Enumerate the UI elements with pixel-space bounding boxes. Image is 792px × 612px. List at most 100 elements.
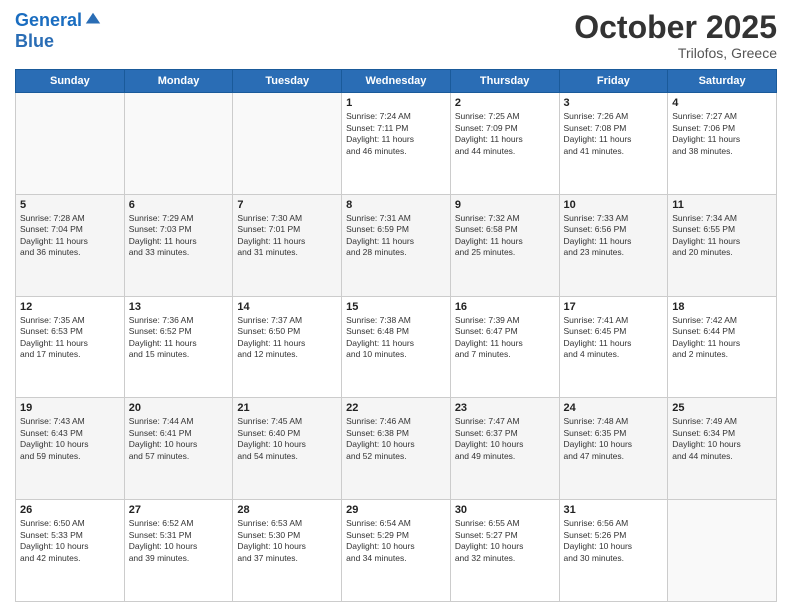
table-row: 4 Sunrise: 7:27 AM Sunset: 7:06 PM Daylig… bbox=[668, 93, 777, 195]
day-number: 3 bbox=[564, 97, 664, 109]
day-info: Sunrise: 6:54 AM Sunset: 5:29 PM Dayligh… bbox=[346, 518, 446, 564]
logo: General Blue bbox=[15, 10, 102, 52]
day-info: Sunrise: 6:53 AM Sunset: 5:30 PM Dayligh… bbox=[237, 518, 337, 564]
day-number: 25 bbox=[672, 402, 772, 414]
day-number: 6 bbox=[129, 199, 229, 211]
day-info: Sunrise: 6:56 AM Sunset: 5:26 PM Dayligh… bbox=[564, 518, 664, 564]
day-info: Sunrise: 7:43 AM Sunset: 6:43 PM Dayligh… bbox=[20, 416, 120, 462]
table-row: 3 Sunrise: 7:26 AM Sunset: 7:08 PM Daylig… bbox=[559, 93, 668, 195]
day-number: 31 bbox=[564, 504, 664, 516]
table-row: 27Sunrise: 6:52 AM Sunset: 5:31 PM Dayli… bbox=[124, 500, 233, 602]
day-number: 8 bbox=[346, 199, 446, 211]
day-info: Sunrise: 7:25 AM Sunset: 7:09 PM Dayligh… bbox=[455, 111, 555, 157]
day-number: 24 bbox=[564, 402, 664, 414]
logo-text: General bbox=[15, 11, 82, 31]
location-subtitle: Trilofos, Greece bbox=[574, 45, 777, 61]
table-row: 10 Sunrise: 7:33 AM Sunset: 6:56 PM Dayli… bbox=[559, 194, 668, 296]
table-row: 29 Sunrise: 6:54 AM Sunset: 5:29 PM Dayli… bbox=[342, 500, 451, 602]
day-info: Sunrise: 7:38 AM Sunset: 6:48 PM Dayligh… bbox=[346, 315, 446, 361]
calendar-week-row: 5Sunrise: 7:28 AM Sunset: 7:04 PM Daylig… bbox=[16, 194, 777, 296]
day-info: Sunrise: 6:50 AM Sunset: 5:33 PM Dayligh… bbox=[20, 518, 120, 564]
day-info: Sunrise: 6:55 AM Sunset: 5:27 PM Dayligh… bbox=[455, 518, 555, 564]
day-info: Sunrise: 7:48 AM Sunset: 6:35 PM Dayligh… bbox=[564, 416, 664, 462]
calendar-header-row: Sunday Monday Tuesday Wednesday Thursday… bbox=[16, 70, 777, 93]
day-info: Sunrise: 7:47 AM Sunset: 6:37 PM Dayligh… bbox=[455, 416, 555, 462]
day-number: 10 bbox=[564, 199, 664, 211]
page: General Blue October 2025 Trilofos, Gree… bbox=[0, 0, 792, 612]
day-number: 7 bbox=[237, 199, 337, 211]
col-monday: Monday bbox=[124, 70, 233, 93]
calendar-week-row: 19Sunrise: 7:43 AM Sunset: 6:43 PM Dayli… bbox=[16, 398, 777, 500]
month-title: October 2025 bbox=[574, 10, 777, 45]
day-number: 29 bbox=[346, 504, 446, 516]
day-number: 13 bbox=[129, 301, 229, 313]
title-block: October 2025 Trilofos, Greece bbox=[574, 10, 777, 61]
day-info: Sunrise: 7:39 AM Sunset: 6:47 PM Dayligh… bbox=[455, 315, 555, 361]
header: General Blue October 2025 Trilofos, Gree… bbox=[15, 10, 777, 61]
calendar-week-row: 12 Sunrise: 7:35 AM Sunset: 6:53 PM Dayli… bbox=[16, 296, 777, 398]
calendar-table: Sunday Monday Tuesday Wednesday Thursday… bbox=[15, 69, 777, 602]
table-row: 28Sunrise: 6:53 AM Sunset: 5:30 PM Dayli… bbox=[233, 500, 342, 602]
table-row: 14 Sunrise: 7:37 AM Sunset: 6:50 PM Dayli… bbox=[233, 296, 342, 398]
day-number: 21 bbox=[237, 402, 337, 414]
col-thursday: Thursday bbox=[450, 70, 559, 93]
day-info: Sunrise: 7:42 AM Sunset: 6:44 PM Dayligh… bbox=[672, 315, 772, 361]
table-row: 19Sunrise: 7:43 AM Sunset: 6:43 PM Dayli… bbox=[16, 398, 125, 500]
day-info: Sunrise: 7:37 AM Sunset: 6:50 PM Dayligh… bbox=[237, 315, 337, 361]
table-row bbox=[16, 93, 125, 195]
table-row: 16 Sunrise: 7:39 AM Sunset: 6:47 PM Dayli… bbox=[450, 296, 559, 398]
table-row: 20Sunrise: 7:44 AM Sunset: 6:41 PM Dayli… bbox=[124, 398, 233, 500]
day-info: Sunrise: 7:31 AM Sunset: 6:59 PM Dayligh… bbox=[346, 213, 446, 259]
col-tuesday: Tuesday bbox=[233, 70, 342, 93]
day-info: Sunrise: 7:49 AM Sunset: 6:34 PM Dayligh… bbox=[672, 416, 772, 462]
col-friday: Friday bbox=[559, 70, 668, 93]
table-row: 24 Sunrise: 7:48 AM Sunset: 6:35 PM Dayli… bbox=[559, 398, 668, 500]
calendar-week-row: 1 Sunrise: 7:24 AM Sunset: 7:11 PM Daylig… bbox=[16, 93, 777, 195]
table-row: 30 Sunrise: 6:55 AM Sunset: 5:27 PM Dayli… bbox=[450, 500, 559, 602]
table-row: 8 Sunrise: 7:31 AM Sunset: 6:59 PM Daylig… bbox=[342, 194, 451, 296]
table-row bbox=[124, 93, 233, 195]
table-row: 21 Sunrise: 7:45 AM Sunset: 6:40 PM Dayli… bbox=[233, 398, 342, 500]
table-row: 25 Sunrise: 7:49 AM Sunset: 6:34 PM Dayli… bbox=[668, 398, 777, 500]
calendar-week-row: 26 Sunrise: 6:50 AM Sunset: 5:33 PM Dayli… bbox=[16, 500, 777, 602]
table-row: 18 Sunrise: 7:42 AM Sunset: 6:44 PM Dayli… bbox=[668, 296, 777, 398]
day-number: 22 bbox=[346, 402, 446, 414]
day-info: Sunrise: 7:46 AM Sunset: 6:38 PM Dayligh… bbox=[346, 416, 446, 462]
day-number: 18 bbox=[672, 301, 772, 313]
table-row: 31 Sunrise: 6:56 AM Sunset: 5:26 PM Dayli… bbox=[559, 500, 668, 602]
table-row: 1 Sunrise: 7:24 AM Sunset: 7:11 PM Daylig… bbox=[342, 93, 451, 195]
logo-icon bbox=[84, 10, 102, 28]
day-number: 2 bbox=[455, 97, 555, 109]
day-info: Sunrise: 7:35 AM Sunset: 6:53 PM Dayligh… bbox=[20, 315, 120, 361]
day-number: 4 bbox=[672, 97, 772, 109]
table-row: 22 Sunrise: 7:46 AM Sunset: 6:38 PM Dayli… bbox=[342, 398, 451, 500]
day-info: Sunrise: 7:44 AM Sunset: 6:41 PM Dayligh… bbox=[129, 416, 229, 462]
table-row bbox=[668, 500, 777, 602]
day-number: 16 bbox=[455, 301, 555, 313]
day-info: Sunrise: 7:24 AM Sunset: 7:11 PM Dayligh… bbox=[346, 111, 446, 157]
day-info: Sunrise: 7:26 AM Sunset: 7:08 PM Dayligh… bbox=[564, 111, 664, 157]
day-info: Sunrise: 7:27 AM Sunset: 7:06 PM Dayligh… bbox=[672, 111, 772, 157]
day-number: 11 bbox=[672, 199, 772, 211]
table-row: 6Sunrise: 7:29 AM Sunset: 7:03 PM Daylig… bbox=[124, 194, 233, 296]
day-number: 5 bbox=[20, 199, 120, 211]
day-number: 26 bbox=[20, 504, 120, 516]
day-info: Sunrise: 7:34 AM Sunset: 6:55 PM Dayligh… bbox=[672, 213, 772, 259]
day-number: 30 bbox=[455, 504, 555, 516]
day-info: Sunrise: 7:36 AM Sunset: 6:52 PM Dayligh… bbox=[129, 315, 229, 361]
table-row: 15 Sunrise: 7:38 AM Sunset: 6:48 PM Dayli… bbox=[342, 296, 451, 398]
day-number: 15 bbox=[346, 301, 446, 313]
table-row: 12 Sunrise: 7:35 AM Sunset: 6:53 PM Dayli… bbox=[16, 296, 125, 398]
table-row: 7Sunrise: 7:30 AM Sunset: 7:01 PM Daylig… bbox=[233, 194, 342, 296]
col-saturday: Saturday bbox=[668, 70, 777, 93]
day-number: 12 bbox=[20, 301, 120, 313]
day-number: 14 bbox=[237, 301, 337, 313]
table-row: 23Sunrise: 7:47 AM Sunset: 6:37 PM Dayli… bbox=[450, 398, 559, 500]
day-info: Sunrise: 7:33 AM Sunset: 6:56 PM Dayligh… bbox=[564, 213, 664, 259]
table-row: 5Sunrise: 7:28 AM Sunset: 7:04 PM Daylig… bbox=[16, 194, 125, 296]
table-row: 26 Sunrise: 6:50 AM Sunset: 5:33 PM Dayli… bbox=[16, 500, 125, 602]
day-number: 1 bbox=[346, 97, 446, 109]
table-row bbox=[233, 93, 342, 195]
col-wednesday: Wednesday bbox=[342, 70, 451, 93]
day-info: Sunrise: 7:45 AM Sunset: 6:40 PM Dayligh… bbox=[237, 416, 337, 462]
